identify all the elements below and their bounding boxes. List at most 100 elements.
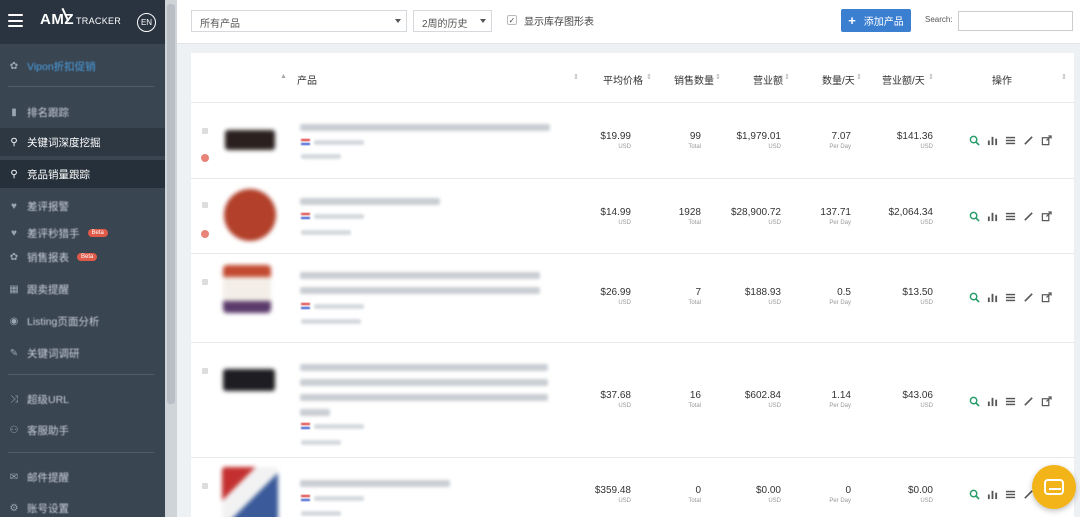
sidebar-item-review-hunter[interactable]: ♥ 差评秒猎手 Beta: [0, 225, 165, 241]
edit-icon[interactable]: [1023, 135, 1034, 146]
sidebar-item-listing-analysis[interactable]: ◉ Listing页面分析: [0, 313, 165, 329]
menu-toggle-icon[interactable]: [8, 14, 23, 27]
table-row[interactable]: $14.99 USD 1928 Total $28,900.72 USD 137…: [191, 180, 1074, 254]
sort-icon[interactable]: ⇕: [573, 73, 579, 81]
bar-chart-icon[interactable]: [987, 489, 998, 500]
header-product[interactable]: 产品: [297, 72, 317, 87]
sidebar-item-label: 超级URL: [27, 393, 70, 406]
sidebar-item-hijack-alert[interactable]: ▦ 跟卖提醒: [0, 281, 165, 297]
avg-price-unit: USD: [618, 300, 631, 306]
bar-chart-icon[interactable]: [987, 135, 998, 146]
product-title-blurred[interactable]: [300, 394, 548, 401]
sidebar-item-label: 竞品销量跟踪: [27, 168, 90, 181]
live-chat-button[interactable]: [1032, 465, 1076, 509]
sort-icon[interactable]: ⇕: [856, 73, 862, 81]
sidebar-item-label: 差评报警: [27, 200, 69, 213]
list-icon[interactable]: [1005, 489, 1016, 500]
product-thumbnail[interactable]: [225, 130, 275, 150]
sidebar-item-keyword-mining[interactable]: ⚲ 关键词深度挖掘: [0, 128, 165, 156]
search-icon[interactable]: [969, 211, 980, 222]
header-revenue[interactable]: 营业额: [753, 72, 783, 87]
product-title-blurred[interactable]: [300, 287, 540, 294]
heart-icon: ♥: [11, 227, 17, 239]
sidebar-item-label: 跟卖提醒: [27, 283, 69, 296]
qty-per-day-unit: Per Day: [829, 403, 851, 409]
product-title-blurred[interactable]: [300, 272, 540, 279]
show-chart-checkbox[interactable]: ✓: [507, 15, 517, 25]
product-filter-select[interactable]: 所有产品: [191, 10, 407, 32]
table-row[interactable]: $37.68 USD 16 Total $602.84 USD 1.14 Per…: [191, 344, 1074, 458]
sort-icon[interactable]: ⇕: [1061, 73, 1067, 81]
sidebar-item-label: Listing页面分析: [27, 315, 100, 328]
row-checkbox[interactable]: [202, 279, 208, 285]
revenue-per-day-unit: USD: [920, 300, 933, 306]
add-product-button[interactable]: + 添加产品: [841, 9, 911, 32]
edit-icon[interactable]: [1023, 292, 1034, 303]
sidebar-item-review-alert[interactable]: ♥ 差评报警: [0, 198, 165, 214]
sidebar-item-sales-report[interactable]: ✿ 销售报表 Beta: [0, 249, 165, 265]
list-icon[interactable]: [1005, 211, 1016, 222]
header-avg-price[interactable]: 平均价格: [603, 72, 643, 87]
product-thumbnail[interactable]: [224, 189, 276, 241]
table-row[interactable]: $26.99 USD 7 Total $188.93 USD 0.5 Per D…: [191, 255, 1074, 343]
search-icon[interactable]: [969, 396, 980, 407]
row-checkbox[interactable]: [202, 483, 208, 489]
header-qty-per-day[interactable]: 数量/天: [822, 72, 855, 87]
sidebar-item-cs-assistant[interactable]: ⚇ 客服助手: [0, 422, 165, 438]
list-icon[interactable]: [1005, 135, 1016, 146]
bar-chart-icon[interactable]: [987, 396, 998, 407]
external-link-icon[interactable]: [1041, 211, 1052, 222]
product-title-blurred[interactable]: [300, 364, 548, 371]
sidebar-item-account-settings[interactable]: ⚙ 账号设置: [0, 500, 165, 516]
product-title-blurred[interactable]: [300, 379, 548, 386]
revenue-per-day-value: $141.36: [896, 131, 933, 142]
product-meta-blurred: [301, 230, 351, 235]
scrollbar-thumb[interactable]: [167, 4, 175, 404]
product-title-blurred[interactable]: [300, 409, 330, 416]
external-link-icon[interactable]: [1041, 292, 1052, 303]
sort-asc-icon[interactable]: ▲: [280, 73, 287, 80]
sort-icon[interactable]: ⇕: [715, 73, 721, 81]
edit-icon[interactable]: [1023, 396, 1034, 407]
history-filter-select[interactable]: 2周的历史: [413, 10, 492, 32]
sidebar-item-email-alert[interactable]: ✉ 邮件提醒: [0, 469, 165, 485]
product-thumbnail[interactable]: [223, 369, 275, 391]
edit-icon[interactable]: [1023, 211, 1034, 222]
sidebar-item-vipon[interactable]: ✿ Vipon折扣促销: [0, 58, 165, 74]
search-icon[interactable]: [969, 135, 980, 146]
table-row[interactable]: $359.48 USD 0 Total $0.00 USD 0 Per Day …: [191, 459, 1074, 517]
external-link-icon[interactable]: [1041, 135, 1052, 146]
product-title-blurred[interactable]: [300, 198, 440, 205]
sidebar-item-super-url[interactable]: ⤨ 超级URL: [0, 391, 165, 407]
row-checkbox[interactable]: [202, 202, 208, 208]
list-icon[interactable]: [1005, 396, 1016, 407]
product-title-blurred[interactable]: [300, 480, 450, 487]
avg-price-value: $359.48: [594, 485, 631, 496]
table-row[interactable]: $19.99 USD 99 Total $1,979.01 USD 7.07 P…: [191, 104, 1074, 179]
sidebar-scrollbar[interactable]: [165, 0, 177, 517]
sidebar-item-rank-tracking[interactable]: ▮ 排名跟踪: [0, 104, 165, 120]
search-icon[interactable]: [969, 489, 980, 500]
sidebar-item-keyword-research[interactable]: ✎ 关键词调研: [0, 345, 165, 361]
product-title-blurred[interactable]: [300, 124, 550, 131]
gift-icon: ✿: [9, 251, 19, 263]
search-input[interactable]: [958, 11, 1073, 31]
search-icon[interactable]: [969, 292, 980, 303]
bar-chart-icon[interactable]: [987, 292, 998, 303]
header-sales-qty[interactable]: 销售数量: [674, 72, 714, 87]
sidebar-item-competitor-sales[interactable]: ⚲ 竞品销量跟踪: [0, 160, 165, 188]
external-link-icon[interactable]: [1041, 396, 1052, 407]
sort-icon[interactable]: ⇕: [646, 73, 652, 81]
bar-chart-icon[interactable]: [987, 211, 998, 222]
sort-icon[interactable]: ⇕: [928, 73, 934, 81]
list-icon[interactable]: [1005, 292, 1016, 303]
alert-flag-icon: [201, 154, 209, 162]
language-toggle[interactable]: EN: [137, 13, 156, 32]
product-asin-blurred: [314, 214, 364, 219]
sort-icon[interactable]: ⇕: [784, 73, 790, 81]
header-revenue-per-day[interactable]: 营业额/天: [882, 72, 925, 87]
row-checkbox[interactable]: [202, 368, 208, 374]
product-thumbnail[interactable]: [223, 265, 271, 313]
product-thumbnail[interactable]: [222, 467, 278, 517]
row-checkbox[interactable]: [202, 128, 208, 134]
